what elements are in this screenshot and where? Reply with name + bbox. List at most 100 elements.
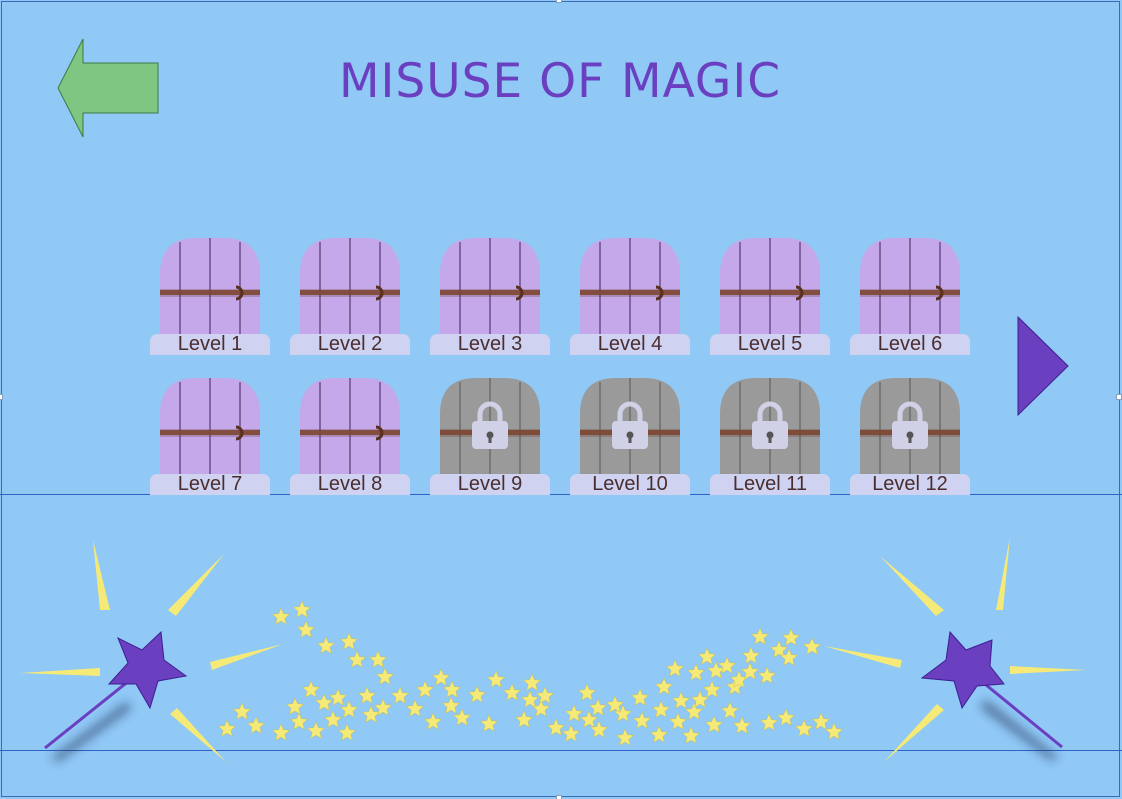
star-icon xyxy=(479,714,499,732)
star-icon xyxy=(373,698,393,716)
star-icon xyxy=(697,647,717,665)
star-icon xyxy=(452,708,472,726)
star-icon xyxy=(681,726,701,744)
resize-handle[interactable] xyxy=(556,0,562,3)
star-icon xyxy=(292,600,312,618)
star-icon xyxy=(686,663,706,681)
level-3-button[interactable]: Level 3 xyxy=(430,238,552,358)
level-9-button[interactable]: Level 9 xyxy=(430,378,552,498)
star-icon xyxy=(514,710,534,728)
next-page-button[interactable] xyxy=(1017,315,1069,417)
star-icon xyxy=(605,695,625,713)
level-label: Level 4 xyxy=(597,333,663,355)
star-icon xyxy=(613,704,633,722)
door-icon xyxy=(160,238,260,338)
star-icon xyxy=(824,722,844,740)
left-arrow-icon xyxy=(57,38,159,138)
star-icon xyxy=(615,728,635,746)
star-icon xyxy=(776,708,796,726)
level-label: Level 1 xyxy=(177,333,243,355)
star-icon xyxy=(704,715,724,733)
star-icon xyxy=(246,716,266,734)
star-icon xyxy=(361,705,381,723)
resize-handle[interactable] xyxy=(1116,394,1122,400)
star-icon xyxy=(306,721,326,739)
star-icon xyxy=(271,723,291,741)
magic-wand-icon xyxy=(107,630,188,710)
level-label: Level 10 xyxy=(592,473,668,495)
resize-handle[interactable] xyxy=(556,795,562,799)
level-1-button[interactable]: Level 1 xyxy=(150,238,272,358)
star-icon xyxy=(577,683,597,701)
star-icon xyxy=(296,620,316,638)
divider-line xyxy=(0,750,1122,751)
star-icon xyxy=(794,719,814,737)
sparkle-rays xyxy=(20,540,283,762)
star-icon xyxy=(720,701,740,719)
star-icon xyxy=(285,697,305,715)
level-8-button[interactable]: Level 8 xyxy=(290,378,412,498)
level-11-button[interactable]: Level 11 xyxy=(710,378,832,498)
star-icon xyxy=(654,677,674,695)
door-icon xyxy=(440,238,540,338)
level-10-button[interactable]: Level 10 xyxy=(570,378,692,498)
star-icon xyxy=(347,650,367,668)
star-icon xyxy=(339,700,359,718)
star-icon xyxy=(759,713,779,731)
level-12-button[interactable]: Level 12 xyxy=(850,378,972,498)
star-icon xyxy=(337,723,357,741)
level-2-button[interactable]: Level 2 xyxy=(290,238,412,358)
star-icon xyxy=(289,712,309,730)
star-icon xyxy=(588,698,608,716)
star-icon xyxy=(802,637,822,655)
level-select-screen: MISUSE OF MAGIC Level 1 Level 2 Level 3 xyxy=(0,0,1122,799)
star-icon xyxy=(729,670,749,688)
door-icon xyxy=(580,238,680,338)
star-icon xyxy=(690,690,710,708)
door-icon xyxy=(860,238,960,338)
level-5-button[interactable]: Level 5 xyxy=(710,238,832,358)
left-wand xyxy=(20,540,283,762)
locked-door-icon xyxy=(860,378,960,478)
star-icon xyxy=(390,686,410,704)
star-icon xyxy=(339,632,359,650)
star-icon xyxy=(741,646,761,664)
level-label: Level 6 xyxy=(877,333,943,355)
locked-door-icon xyxy=(440,378,540,478)
level-label: Level 12 xyxy=(872,473,948,495)
star-icon xyxy=(232,702,252,720)
resize-handle[interactable] xyxy=(0,394,3,400)
level-7-button[interactable]: Level 7 xyxy=(150,378,272,498)
back-button[interactable] xyxy=(57,38,160,139)
door-icon xyxy=(160,378,260,478)
level-label: Level 11 xyxy=(732,473,808,495)
star-icon xyxy=(502,683,522,701)
star-icon xyxy=(649,725,669,743)
star-icon xyxy=(717,656,737,674)
star-icon xyxy=(706,661,726,679)
level-label: Level 8 xyxy=(317,473,383,495)
star-icon xyxy=(589,720,609,738)
locked-door-icon xyxy=(720,378,820,478)
star-icon xyxy=(323,710,343,728)
right-triangle-icon xyxy=(1017,315,1069,417)
star-icon xyxy=(702,680,722,698)
star-icon xyxy=(328,688,348,706)
star-icon xyxy=(579,710,599,728)
door-icon xyxy=(300,378,400,478)
star-icon xyxy=(357,686,377,704)
star-icon xyxy=(431,668,451,686)
star-icon xyxy=(442,680,462,698)
level-label: Level 3 xyxy=(457,333,523,355)
star-icon xyxy=(467,685,487,703)
level-6-button[interactable]: Level 6 xyxy=(850,238,972,358)
star-icon xyxy=(271,607,291,625)
level-4-button[interactable]: Level 4 xyxy=(570,238,692,358)
game-title: MISUSE OF MAGIC xyxy=(338,54,782,109)
star-icon xyxy=(651,700,671,718)
level-label: Level 9 xyxy=(457,473,523,495)
star-icon xyxy=(546,718,566,736)
locked-door-icon xyxy=(580,378,680,478)
door-icon xyxy=(720,238,820,338)
star-icon xyxy=(217,719,237,737)
